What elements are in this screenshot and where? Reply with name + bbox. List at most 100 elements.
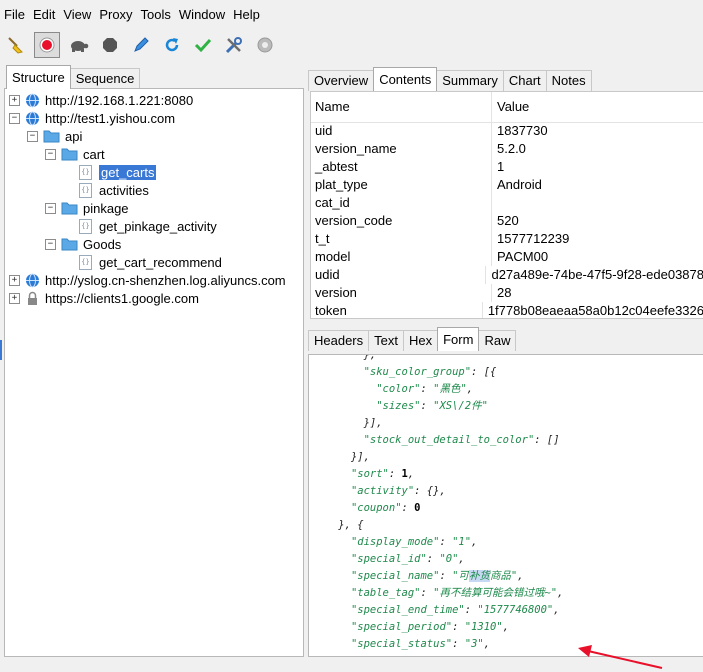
menu-view[interactable]: View [59,0,95,30]
tree-node[interactable]: + http://192.168.1.221:8080 [9,91,193,109]
code-token: "special_end_time" [350,604,465,616]
tab-notes[interactable]: Notes [545,70,592,91]
tree-node-label[interactable]: http://yslog.cn-shenzhen.log.aliyuncs.co… [45,273,286,288]
tree-node-label[interactable]: get_carts [99,164,157,180]
menu-file[interactable]: File [0,0,29,30]
tab-chart[interactable]: Chart [502,70,547,91]
tree-node[interactable]: + http://yslog.cn-shenzhen.log.aliyuncs.c… [9,271,286,289]
settings-icon[interactable] [249,31,280,59]
tab-sequence[interactable]: Sequence [69,68,141,89]
menu-tools[interactable]: Tools [137,0,175,30]
tab-text[interactable]: Text [368,330,404,351]
tab-contents[interactable]: Contents [373,67,438,91]
collapse-icon[interactable]: − [9,112,20,124]
table-row[interactable]: udid d27a489e-74be-47f5-9f28-ede03878 [311,266,703,284]
tools-icon[interactable] [218,31,249,59]
table-row[interactable]: t_t 1577712239 [311,230,703,248]
code-line: "sort": 1, [313,466,414,483]
menu-edit[interactable]: Edit [29,0,59,30]
table-row[interactable]: _abtest 1 [311,158,703,176]
tree-node-label[interactable]: get_cart_recommend [99,255,222,270]
tree-node[interactable]: {} get_cart_recommend [63,253,222,271]
tree-node-label[interactable]: pinkage [83,201,129,216]
tree-node-label[interactable]: api [65,129,82,144]
code-token: "stock_out_detail_to_color" [363,434,535,446]
code-token: : [401,502,415,514]
param-name: uid [311,122,492,140]
code-token: "activity" [350,485,415,497]
tree-node[interactable]: {} activities [63,181,149,199]
menu-window[interactable]: Window [175,0,229,30]
tree-node[interactable]: {} get_carts [63,163,157,181]
pen-icon[interactable] [125,31,156,59]
table-row[interactable]: plat_type Android [311,176,703,194]
check-icon[interactable] [187,31,218,59]
tree-node-label[interactable]: http://test1.yishou.com [45,111,175,126]
table-row[interactable]: version_code 520 [311,212,703,230]
name-column-header[interactable]: Name [311,92,492,122]
tree-node-label[interactable]: activities [99,183,149,198]
collapse-icon[interactable]: − [27,130,38,142]
form-json-view[interactable]: }, "sku_color_group": [{ "color": "黑色", … [308,354,703,657]
param-value: PACM00 [497,249,549,264]
menu-help[interactable]: Help [229,0,264,30]
code-token: "sku_color_group" [363,366,472,378]
tab-structure[interactable]: Structure [6,65,71,89]
left-tab-row: Structure Sequence [4,64,302,89]
stop-icon[interactable] [94,31,125,59]
table-row[interactable]: token 1f778b08eaeaa58a0b12c04eefe3326 [311,302,703,318]
expand-icon[interactable]: + [9,292,20,304]
table-row[interactable]: version 28 [311,284,703,302]
tree-node[interactable]: − Goods [45,235,121,253]
param-value: 5.2.0 [497,141,526,156]
code-token: , [502,621,510,633]
tree-node[interactable]: − cart [45,145,105,163]
code-line: "activity": {}, [313,483,446,500]
code-line: }], [313,449,370,466]
table-row[interactable]: cat_id [311,194,703,212]
tree-node[interactable]: − pinkage [45,199,129,217]
folder-icon [61,202,78,215]
tree-node-label[interactable]: http://192.168.1.221:8080 [45,93,193,108]
tab-headers[interactable]: Headers [308,330,370,351]
tree-node[interactable]: + https://clients1.google.com [9,289,199,307]
file-icon: {} [79,164,92,180]
tab-raw[interactable]: Raw [478,330,517,351]
tab-hex[interactable]: Hex [402,330,439,351]
param-name: t_t [311,230,492,248]
refresh-icon[interactable] [156,31,187,59]
tab-summary[interactable]: Summary [436,70,504,91]
folder-icon [43,130,60,143]
tab-overview[interactable]: Overview [308,70,375,91]
tree-node-label[interactable]: get_pinkage_activity [99,219,217,234]
table-row[interactable]: version_name 5.2.0 [311,140,703,158]
code-token: "sizes" [376,400,421,412]
broom-icon[interactable] [0,31,31,59]
code-token: : {}, [414,485,446,497]
tree-node-label[interactable]: Goods [83,237,121,252]
code-token: "color" [376,383,421,395]
value-column-header[interactable]: Value [492,92,529,122]
tree-node[interactable]: {} get_pinkage_activity [63,217,217,235]
tree-node-label[interactable]: cart [83,147,105,162]
code-line: "sizes": "XS\/2件" [313,398,488,415]
table-row[interactable]: model PACM00 [311,248,703,266]
menu-proxy[interactable]: Proxy [95,0,136,30]
expand-icon[interactable]: + [9,274,20,286]
collapse-icon[interactable]: − [45,238,56,250]
record-icon[interactable] [34,32,60,58]
tree-node[interactable]: − api [27,127,82,145]
tree-node[interactable]: − http://test1.yishou.com [9,109,175,127]
collapse-icon[interactable]: − [45,202,56,214]
table-row[interactable]: uid 1837730 [311,122,703,140]
file-icon: {} [79,254,92,270]
turtle-icon[interactable] [63,31,94,59]
param-value: 28 [497,285,512,300]
tree-node-label[interactable]: https://clients1.google.com [45,291,199,306]
tab-form[interactable]: Form [437,327,480,351]
collapse-icon[interactable]: − [45,148,56,160]
expand-icon[interactable]: + [9,94,20,106]
code-token: : [388,468,402,480]
